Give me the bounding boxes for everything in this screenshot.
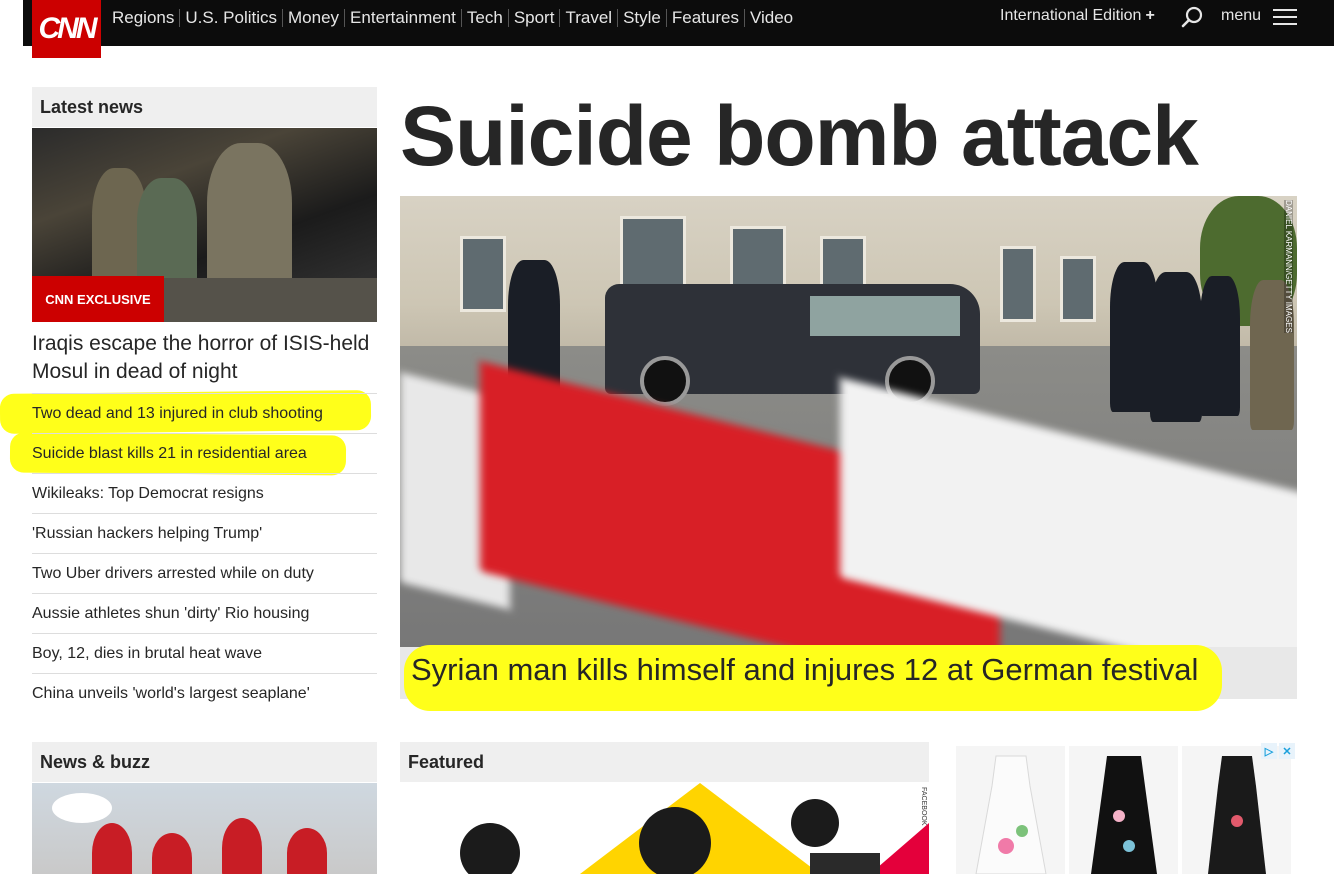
- featured-image[interactable]: FACEBOOK: [400, 783, 929, 874]
- headline-text: Two dead and 13 injured in club shooting: [32, 404, 323, 422]
- headline-text: Aussie athletes shun 'dirty' Rio housing: [32, 604, 310, 622]
- nav-entertainment[interactable]: Entertainment: [345, 8, 461, 28]
- ad-choices[interactable]: ▷ ✕: [1261, 743, 1297, 759]
- exclusive-badge: CNN EXCLUSIVE: [32, 276, 164, 322]
- headline-text: China unveils 'world's largest seaplane': [32, 684, 310, 702]
- edition-label: International Edition: [1000, 7, 1142, 24]
- ad-product[interactable]: [1182, 746, 1291, 874]
- nav-money[interactable]: Money: [283, 8, 344, 28]
- headline-text: Suicide blast kills 21 in residential ar…: [32, 444, 307, 462]
- cnn-logo[interactable]: CNN: [32, 0, 101, 58]
- headline-item[interactable]: Two Uber drivers arrested while on duty: [32, 553, 377, 593]
- featured-artwork: [460, 783, 929, 874]
- nav-sport[interactable]: Sport: [509, 8, 560, 28]
- news-buzz-image[interactable]: [32, 783, 377, 874]
- nav-travel[interactable]: Travel: [560, 8, 617, 28]
- plus-icon: +: [1145, 7, 1155, 24]
- nav-regions[interactable]: Regions: [112, 8, 179, 28]
- search-icon[interactable]: [1181, 6, 1203, 28]
- headline-item[interactable]: Wikileaks: Top Democrat resigns: [32, 473, 377, 513]
- headline-text: 'Russian hackers helping Trump': [32, 524, 263, 542]
- nav-tech[interactable]: Tech: [462, 8, 508, 28]
- headline-item[interactable]: 'Russian hackers helping Trump': [32, 513, 377, 553]
- headline-item[interactable]: China unveils 'world's largest seaplane': [32, 673, 377, 713]
- headline-text: Two Uber drivers arrested while on duty: [32, 564, 314, 582]
- headline-text: Boy, 12, dies in brutal heat wave: [32, 644, 263, 662]
- latest-news-heading: Latest news: [32, 87, 377, 127]
- ad-product[interactable]: [956, 746, 1065, 875]
- advertisement[interactable]: [956, 742, 1297, 875]
- nav-us-politics[interactable]: U.S. Politics: [180, 8, 282, 28]
- image-credit: DANIEL KARMANN/GETTY IMAGES: [1284, 200, 1293, 333]
- headline-item[interactable]: Aussie athletes shun 'dirty' Rio housing: [32, 593, 377, 633]
- nav-features[interactable]: Features: [667, 8, 744, 28]
- headline-item[interactable]: Two dead and 13 injured in club shooting: [32, 393, 377, 433]
- lead-story-headline[interactable]: Iraqis escape the horror of ISIS-held Mo…: [32, 330, 377, 386]
- edition-selector[interactable]: International Edition +: [1000, 7, 1155, 25]
- featured-heading: Featured: [400, 742, 929, 782]
- headline-list: Two dead and 13 injured in club shooting…: [32, 393, 377, 713]
- main-story-title[interactable]: Suicide bomb attack: [400, 88, 1199, 184]
- main-story-caption[interactable]: Syrian man kills himself and injures 12 …: [411, 652, 1198, 688]
- hamburger-menu-icon[interactable]: [1273, 9, 1297, 25]
- headline-item[interactable]: Boy, 12, dies in brutal heat wave: [32, 633, 377, 673]
- nav-video[interactable]: Video: [745, 8, 798, 28]
- main-story-image[interactable]: DANIEL KARMANN/GETTY IMAGES: [400, 196, 1297, 647]
- headline-item[interactable]: Suicide blast kills 21 in residential ar…: [32, 433, 377, 473]
- ad-product[interactable]: [1069, 746, 1178, 874]
- headline-text: Wikileaks: Top Democrat resigns: [32, 484, 264, 502]
- main-nav: Regions U.S. Politics Money Entertainmen…: [112, 0, 798, 36]
- featured-image-credit: FACEBOOK: [920, 787, 927, 826]
- close-icon[interactable]: ✕: [1279, 743, 1295, 759]
- nav-style[interactable]: Style: [618, 8, 666, 28]
- ad-choices-icon[interactable]: ▷: [1261, 743, 1277, 759]
- news-buzz-heading: News & buzz: [32, 742, 377, 782]
- menu-label[interactable]: menu: [1221, 7, 1261, 25]
